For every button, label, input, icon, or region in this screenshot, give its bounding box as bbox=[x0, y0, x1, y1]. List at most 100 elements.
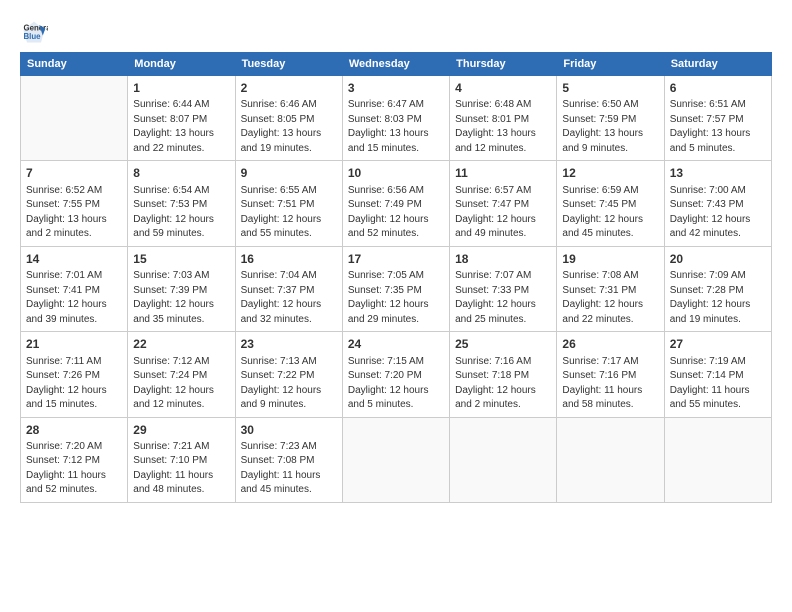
day-number: 9 bbox=[241, 165, 337, 182]
calendar-weekday: Friday bbox=[557, 53, 664, 76]
day-info: Sunrise: 6:50 AM Sunset: 7:59 PM Dayligh… bbox=[562, 98, 658, 156]
day-number: 27 bbox=[670, 336, 766, 353]
day-number: 17 bbox=[348, 251, 444, 268]
day-number: 15 bbox=[133, 251, 229, 268]
day-info: Sunrise: 6:54 AM Sunset: 7:53 PM Dayligh… bbox=[133, 184, 229, 242]
logo-icon: General Blue bbox=[20, 18, 48, 46]
day-number: 14 bbox=[26, 251, 122, 268]
day-number: 23 bbox=[241, 336, 337, 353]
calendar-cell: 29Sunrise: 7:21 AM Sunset: 7:10 PM Dayli… bbox=[128, 417, 235, 502]
svg-text:Blue: Blue bbox=[24, 32, 42, 41]
calendar-cell: 28Sunrise: 7:20 AM Sunset: 7:12 PM Dayli… bbox=[21, 417, 128, 502]
day-number: 13 bbox=[670, 165, 766, 182]
day-info: Sunrise: 7:12 AM Sunset: 7:24 PM Dayligh… bbox=[133, 355, 229, 413]
day-number: 11 bbox=[455, 165, 551, 182]
day-info: Sunrise: 6:51 AM Sunset: 7:57 PM Dayligh… bbox=[670, 98, 766, 156]
day-info: Sunrise: 7:20 AM Sunset: 7:12 PM Dayligh… bbox=[26, 440, 122, 498]
day-info: Sunrise: 6:56 AM Sunset: 7:49 PM Dayligh… bbox=[348, 184, 444, 242]
day-number: 25 bbox=[455, 336, 551, 353]
day-info: Sunrise: 7:19 AM Sunset: 7:14 PM Dayligh… bbox=[670, 355, 766, 413]
calendar-cell: 3Sunrise: 6:47 AM Sunset: 8:03 PM Daylig… bbox=[342, 76, 449, 161]
day-info: Sunrise: 7:07 AM Sunset: 7:33 PM Dayligh… bbox=[455, 269, 551, 327]
calendar-header-row: SundayMondayTuesdayWednesdayThursdayFrid… bbox=[21, 53, 772, 76]
day-info: Sunrise: 6:59 AM Sunset: 7:45 PM Dayligh… bbox=[562, 184, 658, 242]
calendar-cell: 5Sunrise: 6:50 AM Sunset: 7:59 PM Daylig… bbox=[557, 76, 664, 161]
calendar-weekday: Saturday bbox=[664, 53, 771, 76]
page-header: General Blue bbox=[20, 18, 772, 46]
logo: General Blue bbox=[20, 18, 50, 46]
calendar-weekday: Thursday bbox=[450, 53, 557, 76]
calendar-cell: 17Sunrise: 7:05 AM Sunset: 7:35 PM Dayli… bbox=[342, 246, 449, 331]
day-info: Sunrise: 6:44 AM Sunset: 8:07 PM Dayligh… bbox=[133, 98, 229, 156]
day-info: Sunrise: 6:52 AM Sunset: 7:55 PM Dayligh… bbox=[26, 184, 122, 242]
calendar-weekday: Sunday bbox=[21, 53, 128, 76]
calendar-cell bbox=[21, 76, 128, 161]
day-number: 5 bbox=[562, 80, 658, 97]
day-info: Sunrise: 7:08 AM Sunset: 7:31 PM Dayligh… bbox=[562, 269, 658, 327]
day-info: Sunrise: 7:17 AM Sunset: 7:16 PM Dayligh… bbox=[562, 355, 658, 413]
day-info: Sunrise: 7:11 AM Sunset: 7:26 PM Dayligh… bbox=[26, 355, 122, 413]
calendar-cell: 2Sunrise: 6:46 AM Sunset: 8:05 PM Daylig… bbox=[235, 76, 342, 161]
day-number: 8 bbox=[133, 165, 229, 182]
calendar-cell bbox=[664, 417, 771, 502]
day-number: 21 bbox=[26, 336, 122, 353]
day-info: Sunrise: 7:16 AM Sunset: 7:18 PM Dayligh… bbox=[455, 355, 551, 413]
calendar-cell: 7Sunrise: 6:52 AM Sunset: 7:55 PM Daylig… bbox=[21, 161, 128, 246]
calendar-cell: 27 Sunrise: 7:19 AM Sunset: 7:14 PM Dayli… bbox=[664, 332, 771, 417]
day-number: 2 bbox=[241, 80, 337, 97]
day-info: Sunrise: 7:21 AM Sunset: 7:10 PM Dayligh… bbox=[133, 440, 229, 498]
calendar-cell bbox=[342, 417, 449, 502]
calendar-cell: 25 Sunrise: 7:16 AM Sunset: 7:18 PM Dayli… bbox=[450, 332, 557, 417]
day-info: Sunrise: 7:00 AM Sunset: 7:43 PM Dayligh… bbox=[670, 184, 766, 242]
day-number: 18 bbox=[455, 251, 551, 268]
calendar-cell bbox=[557, 417, 664, 502]
day-info: Sunrise: 7:01 AM Sunset: 7:41 PM Dayligh… bbox=[26, 269, 122, 327]
calendar-cell: 9 Sunrise: 6:55 AM Sunset: 7:51 PM Daylig… bbox=[235, 161, 342, 246]
day-info: Sunrise: 7:15 AM Sunset: 7:20 PM Dayligh… bbox=[348, 355, 444, 413]
calendar-cell: 15Sunrise: 7:03 AM Sunset: 7:39 PM Dayli… bbox=[128, 246, 235, 331]
calendar-cell: 20Sunrise: 7:09 AM Sunset: 7:28 PM Dayli… bbox=[664, 246, 771, 331]
day-info: Sunrise: 7:05 AM Sunset: 7:35 PM Dayligh… bbox=[348, 269, 444, 327]
day-info: Sunrise: 7:23 AM Sunset: 7:08 PM Dayligh… bbox=[241, 440, 337, 498]
calendar-cell: 6Sunrise: 6:51 AM Sunset: 7:57 PM Daylig… bbox=[664, 76, 771, 161]
day-number: 20 bbox=[670, 251, 766, 268]
calendar-cell: 24 Sunrise: 7:15 AM Sunset: 7:20 PM Dayli… bbox=[342, 332, 449, 417]
day-number: 16 bbox=[241, 251, 337, 268]
day-number: 10 bbox=[348, 165, 444, 182]
calendar-cell: 21 Sunrise: 7:11 AM Sunset: 7:26 PM Dayli… bbox=[21, 332, 128, 417]
calendar-cell: 10 Sunrise: 6:56 AM Sunset: 7:49 PM Dayli… bbox=[342, 161, 449, 246]
calendar-cell: 18Sunrise: 7:07 AM Sunset: 7:33 PM Dayli… bbox=[450, 246, 557, 331]
day-info: Sunrise: 6:55 AM Sunset: 7:51 PM Dayligh… bbox=[241, 184, 337, 242]
calendar-cell: 13 Sunrise: 7:00 AM Sunset: 7:43 PM Dayli… bbox=[664, 161, 771, 246]
day-number: 29 bbox=[133, 422, 229, 439]
day-info: Sunrise: 6:46 AM Sunset: 8:05 PM Dayligh… bbox=[241, 98, 337, 156]
calendar-cell: 8 Sunrise: 6:54 AM Sunset: 7:53 PM Daylig… bbox=[128, 161, 235, 246]
calendar-cell: 23Sunrise: 7:13 AM Sunset: 7:22 PM Dayli… bbox=[235, 332, 342, 417]
calendar-weekday: Tuesday bbox=[235, 53, 342, 76]
calendar-cell: 12 Sunrise: 6:59 AM Sunset: 7:45 PM Dayli… bbox=[557, 161, 664, 246]
day-number: 4 bbox=[455, 80, 551, 97]
calendar-cell: 14Sunrise: 7:01 AM Sunset: 7:41 PM Dayli… bbox=[21, 246, 128, 331]
calendar-cell: 30Sunrise: 7:23 AM Sunset: 7:08 PM Dayli… bbox=[235, 417, 342, 502]
calendar-cell: 16Sunrise: 7:04 AM Sunset: 7:37 PM Dayli… bbox=[235, 246, 342, 331]
day-number: 12 bbox=[562, 165, 658, 182]
day-info: Sunrise: 6:48 AM Sunset: 8:01 PM Dayligh… bbox=[455, 98, 551, 156]
calendar-cell: 4Sunrise: 6:48 AM Sunset: 8:01 PM Daylig… bbox=[450, 76, 557, 161]
day-number: 28 bbox=[26, 422, 122, 439]
day-info: Sunrise: 7:04 AM Sunset: 7:37 PM Dayligh… bbox=[241, 269, 337, 327]
day-number: 22 bbox=[133, 336, 229, 353]
day-number: 19 bbox=[562, 251, 658, 268]
day-info: Sunrise: 6:47 AM Sunset: 8:03 PM Dayligh… bbox=[348, 98, 444, 156]
calendar-cell: 19Sunrise: 7:08 AM Sunset: 7:31 PM Dayli… bbox=[557, 246, 664, 331]
calendar-cell bbox=[450, 417, 557, 502]
calendar-table: SundayMondayTuesdayWednesdayThursdayFrid… bbox=[20, 52, 772, 503]
day-number: 24 bbox=[348, 336, 444, 353]
day-number: 1 bbox=[133, 80, 229, 97]
day-number: 26 bbox=[562, 336, 658, 353]
day-info: Sunrise: 7:03 AM Sunset: 7:39 PM Dayligh… bbox=[133, 269, 229, 327]
calendar-cell: 22 Sunrise: 7:12 AM Sunset: 7:24 PM Dayli… bbox=[128, 332, 235, 417]
calendar-weekday: Monday bbox=[128, 53, 235, 76]
calendar-cell: 1Sunrise: 6:44 AM Sunset: 8:07 PM Daylig… bbox=[128, 76, 235, 161]
day-number: 30 bbox=[241, 422, 337, 439]
day-number: 6 bbox=[670, 80, 766, 97]
